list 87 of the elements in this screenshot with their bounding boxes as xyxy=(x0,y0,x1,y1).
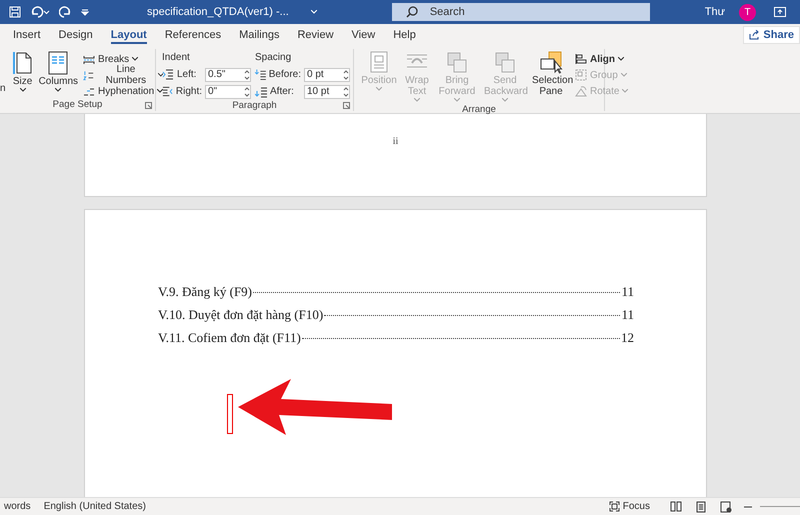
section-heading: Spacing xyxy=(255,52,292,65)
user-avatar[interactable]: T xyxy=(739,4,756,20)
input-field[interactable]: 0" xyxy=(205,84,251,98)
undo-icon[interactable] xyxy=(30,6,50,18)
input-field[interactable]: 0.5" xyxy=(205,68,251,82)
toc-page-number: 11 xyxy=(621,284,634,300)
group-label: Page Setup xyxy=(52,99,104,111)
caret-icon xyxy=(158,73,164,77)
breaks-icon xyxy=(83,54,96,64)
field-label: Right: xyxy=(176,86,202,97)
hyphenation-button[interactable]: Hyphenation xyxy=(81,83,166,99)
line-numbers-icon xyxy=(83,70,94,80)
redo-icon[interactable] xyxy=(59,6,72,18)
right-indent-icon xyxy=(162,85,174,98)
toc-entry-title: V.11. Cofiem đơn đặt (F11) xyxy=(158,330,301,346)
section-heading: Indent xyxy=(162,52,191,65)
search-field[interactable]: Search xyxy=(392,3,650,21)
ribbon-label: n xyxy=(0,82,6,94)
ribbon-tab[interactable]: Mailings xyxy=(230,24,288,46)
size-button[interactable]: Size xyxy=(10,49,36,99)
after-spacing-icon xyxy=(255,85,268,98)
caret-icon xyxy=(620,73,627,77)
caret-icon xyxy=(55,88,62,92)
caret-icon xyxy=(414,98,420,102)
overlapping-squares-icon xyxy=(493,51,517,74)
print-layout-icon[interactable] xyxy=(696,500,706,512)
share-button[interactable]: Share xyxy=(743,26,800,44)
caret-icon xyxy=(376,87,382,91)
group-label: Arrange xyxy=(461,104,497,115)
input-field[interactable]: 10 pt xyxy=(304,84,350,98)
share-icon xyxy=(749,30,760,40)
user-name: Thư xyxy=(704,6,725,18)
language-status[interactable]: English (United States) xyxy=(44,501,146,512)
highlight-frame xyxy=(227,394,233,434)
caret-icon xyxy=(454,98,460,102)
focus-icon xyxy=(608,501,620,512)
ribbon-display-icon[interactable] xyxy=(774,7,786,17)
caret-icon xyxy=(132,57,138,61)
save-icon[interactable] xyxy=(9,6,21,18)
dialog-launcher-icon[interactable] xyxy=(343,102,350,109)
selection-pane-icon xyxy=(539,51,563,74)
align-icon xyxy=(575,53,587,65)
group-label: Paragraph xyxy=(231,100,278,111)
rotate-icon xyxy=(575,85,587,97)
ribbon-tab[interactable]: Help xyxy=(384,24,425,46)
ribbon-tab[interactable]: Review xyxy=(288,24,343,46)
read-mode-icon[interactable] xyxy=(670,501,682,512)
ribbon-button[interactable]: Selection Pane xyxy=(529,49,573,104)
field-label: Before: xyxy=(268,69,301,80)
group-icon xyxy=(575,69,587,81)
ribbon-tab[interactable]: Insert xyxy=(4,24,50,46)
overlapping-squares-icon xyxy=(445,51,469,74)
caret-icon xyxy=(20,88,26,92)
word-count[interactable]: words xyxy=(4,501,31,512)
zoom-slider-icon[interactable] xyxy=(760,505,800,508)
ribbon-tab[interactable]: View xyxy=(342,24,384,46)
field-label: After: xyxy=(270,86,294,97)
focus-button[interactable]: Focus xyxy=(602,500,656,513)
caret-icon xyxy=(618,57,624,61)
search-icon xyxy=(406,6,418,18)
hyphenation-icon xyxy=(83,86,96,96)
field-label: Left: xyxy=(177,69,196,80)
before-spacing-icon xyxy=(255,68,267,81)
line-numbers-button[interactable]: Line Numbers xyxy=(81,67,166,83)
left-indent-icon xyxy=(162,68,175,81)
caret-icon xyxy=(310,10,317,14)
columns-button[interactable]: Columns xyxy=(36,49,82,99)
document-title: specification_QTDA(ver1) -... xyxy=(147,6,289,18)
page-size-icon xyxy=(12,51,33,75)
page-number: ii xyxy=(392,136,398,148)
input-field[interactable]: 0 pt xyxy=(304,68,350,82)
toc-entry-title: V.9. Đăng ký (F9) xyxy=(158,284,252,300)
toc-entry-title: V.10. Duyệt đơn đặt hàng (F10) xyxy=(158,307,324,323)
ribbon-tab[interactable]: Layout xyxy=(102,24,156,46)
ribbon-tab[interactable]: References xyxy=(156,24,230,46)
caret-icon xyxy=(502,98,508,102)
web-layout-icon[interactable] xyxy=(720,500,732,512)
search-placeholder: Search xyxy=(430,6,465,18)
toc-page-number: 11 xyxy=(621,307,634,323)
columns-icon xyxy=(48,51,68,75)
ribbon-tab[interactable]: Design xyxy=(50,24,102,46)
ribbon-button[interactable]: Align xyxy=(573,51,630,67)
toc-page-number: 12 xyxy=(621,330,634,346)
caret-icon xyxy=(157,89,164,93)
caret-icon xyxy=(622,89,628,93)
customize-icon[interactable] xyxy=(81,8,89,16)
dialog-launcher-icon[interactable] xyxy=(145,102,152,109)
